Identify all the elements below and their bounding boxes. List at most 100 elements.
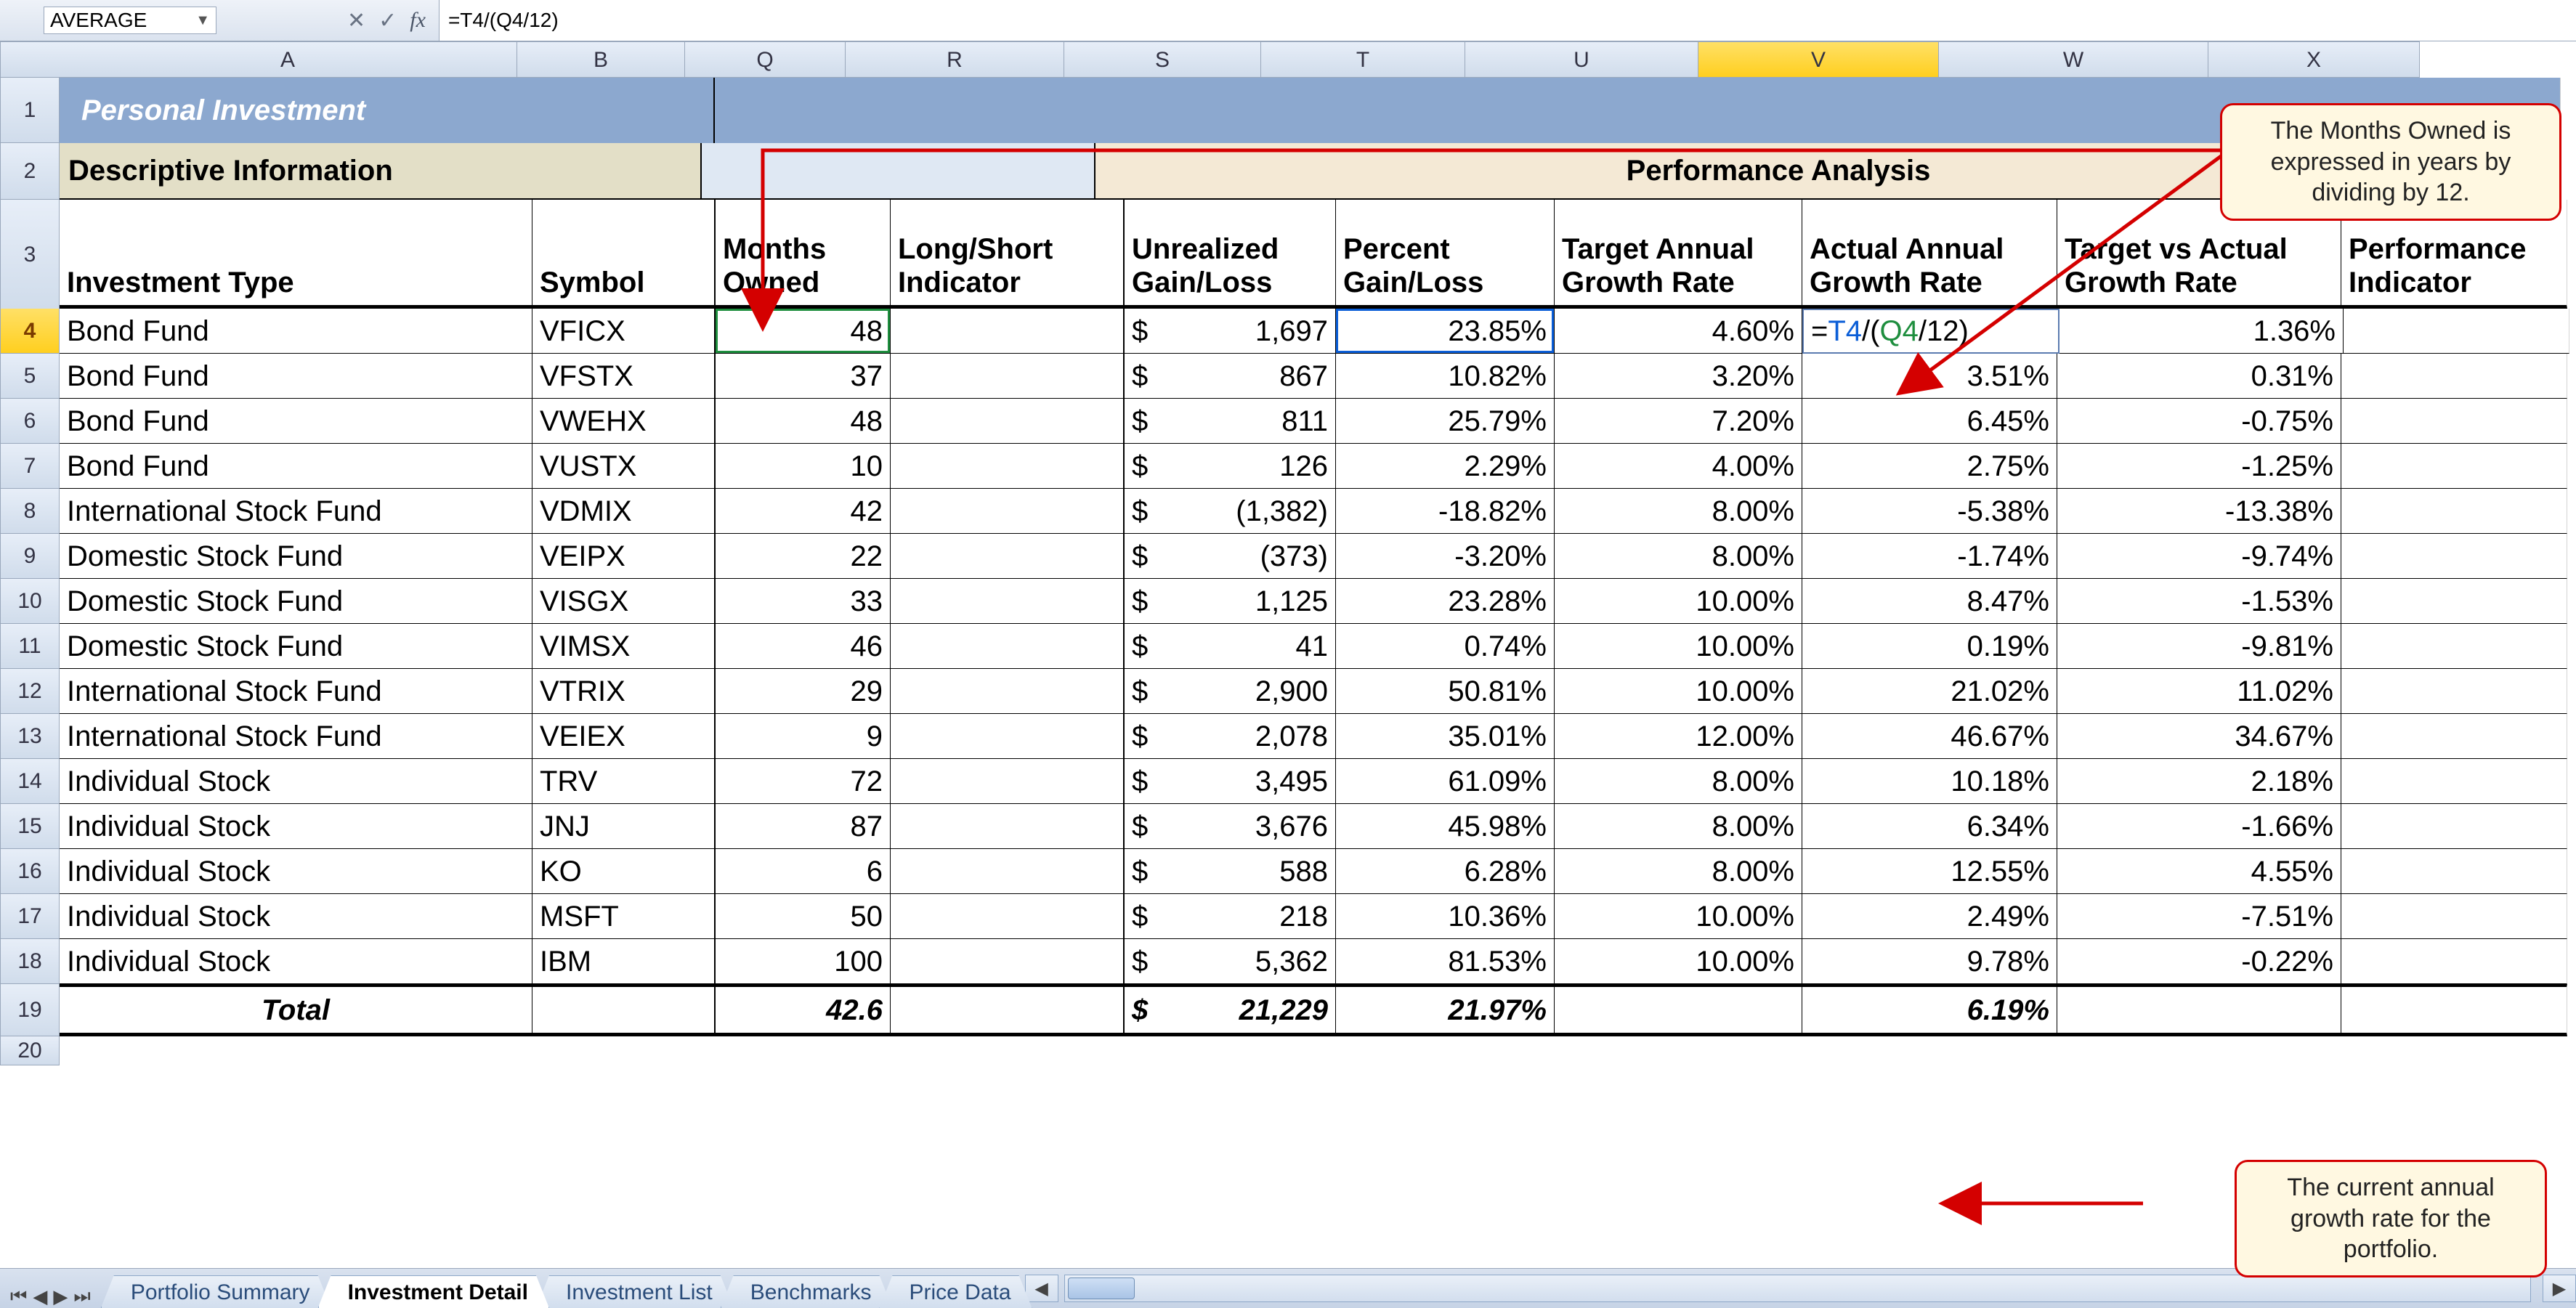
- cell-Q17[interactable]: 50: [716, 894, 891, 939]
- row-header-8[interactable]: 8: [0, 489, 60, 534]
- cell-R11[interactable]: [891, 624, 1125, 669]
- cell-T12[interactable]: 50.81%: [1336, 669, 1555, 714]
- row-header-6[interactable]: 6: [0, 399, 60, 444]
- cell-B14[interactable]: TRV: [532, 759, 716, 804]
- cell-A12[interactable]: International Stock Fund: [60, 669, 532, 714]
- cell-S16[interactable]: $588: [1125, 849, 1336, 894]
- banner-title[interactable]: Personal Investment: [60, 78, 715, 143]
- total-unrealized[interactable]: $21,229: [1125, 984, 1336, 1036]
- cell-A9[interactable]: Domestic Stock Fund: [60, 534, 532, 579]
- spreadsheet-grid[interactable]: A B Q R S T U V W X 1 Personal Investmen…: [0, 41, 2576, 1065]
- cell-Q13[interactable]: 9: [716, 714, 891, 759]
- cell-R13[interactable]: [891, 714, 1125, 759]
- cell-R15[interactable]: [891, 804, 1125, 849]
- cell-B12[interactable]: VTRIX: [532, 669, 716, 714]
- cell-X15[interactable]: [2341, 804, 2567, 849]
- cell-R14[interactable]: [891, 759, 1125, 804]
- cell-S9[interactable]: $(373): [1125, 534, 1336, 579]
- cell-R12[interactable]: [891, 669, 1125, 714]
- row-header-10[interactable]: 10: [0, 579, 60, 624]
- cell-X6[interactable]: [2341, 399, 2567, 444]
- row-header-19[interactable]: 19: [0, 984, 60, 1036]
- cell-Q15[interactable]: 87: [716, 804, 891, 849]
- hdr-target-rate[interactable]: Target Annual Growth Rate: [1555, 200, 1802, 309]
- hdr-percent-gl[interactable]: Percent Gain/Loss: [1336, 200, 1555, 309]
- row-header-15[interactable]: 15: [0, 804, 60, 849]
- cell-X5[interactable]: [2341, 354, 2567, 399]
- row-header-14[interactable]: 14: [0, 759, 60, 804]
- sheet-tab-benchmarks[interactable]: Benchmarks: [721, 1275, 893, 1308]
- cell-B11[interactable]: VIMSX: [532, 624, 716, 669]
- cell-A5[interactable]: Bond Fund: [60, 354, 532, 399]
- cell-R16[interactable]: [891, 849, 1125, 894]
- row-header-17[interactable]: 17: [0, 894, 60, 939]
- cell-S13[interactable]: $2,078: [1125, 714, 1336, 759]
- row-header-18[interactable]: 18: [0, 939, 60, 984]
- cell-Q18[interactable]: 100: [716, 939, 891, 984]
- cell-B17[interactable]: MSFT: [532, 894, 716, 939]
- cell-U8[interactable]: 8.00%: [1555, 489, 1802, 534]
- col-header-S[interactable]: S: [1064, 41, 1261, 78]
- col-header-R[interactable]: R: [846, 41, 1064, 78]
- cell-W7[interactable]: -1.25%: [2057, 444, 2341, 489]
- cell-X4[interactable]: [2344, 309, 2569, 354]
- cell-S12[interactable]: $2,900: [1125, 669, 1336, 714]
- total-X[interactable]: [2341, 984, 2567, 1036]
- cell-V5[interactable]: 3.51%: [1802, 354, 2057, 399]
- cell-V1[interactable]: [1797, 78, 2052, 143]
- cell-B18[interactable]: IBM: [532, 939, 716, 984]
- cell-R7[interactable]: [891, 444, 1125, 489]
- horizontal-scrollbar-thumb[interactable]: [1068, 1277, 1135, 1299]
- cell-S1[interactable]: [1122, 78, 1332, 143]
- col-header-A[interactable]: A: [59, 41, 517, 78]
- cell-S18[interactable]: $5,362: [1125, 939, 1336, 984]
- total-B[interactable]: [532, 984, 716, 1036]
- horizontal-scrollbar[interactable]: [1064, 1275, 2531, 1302]
- cell-S14[interactable]: $3,495: [1125, 759, 1336, 804]
- cell-U1[interactable]: [1550, 78, 1797, 143]
- fx-icon[interactable]: fx: [410, 8, 426, 33]
- cell-S11[interactable]: $41: [1125, 624, 1336, 669]
- cell-A4[interactable]: Bond Fund: [60, 309, 532, 354]
- cell-S15[interactable]: $3,676: [1125, 804, 1336, 849]
- tab-scroll-right-icon[interactable]: ▶: [2543, 1275, 2576, 1302]
- hdr-symbol[interactable]: Symbol: [532, 200, 716, 309]
- cell-B5[interactable]: VFSTX: [532, 354, 716, 399]
- cell-S5[interactable]: $867: [1125, 354, 1336, 399]
- col-header-X[interactable]: X: [2208, 41, 2420, 78]
- cell-V4[interactable]: =T4/(Q4/12): [1802, 309, 2059, 354]
- hdr-unrealized[interactable]: Unrealized Gain/Loss: [1125, 200, 1336, 309]
- cell-Q7[interactable]: 10: [716, 444, 891, 489]
- cell-U13[interactable]: 12.00%: [1555, 714, 1802, 759]
- cell-U10[interactable]: 10.00%: [1555, 579, 1802, 624]
- cell-V16[interactable]: 12.55%: [1802, 849, 2057, 894]
- cell-B16[interactable]: KO: [532, 849, 716, 894]
- name-box[interactable]: AVERAGE ▼: [44, 7, 216, 34]
- cancel-edit-button[interactable]: ✕: [347, 8, 365, 33]
- cell-W17[interactable]: -7.51%: [2057, 894, 2341, 939]
- cell-U12[interactable]: 10.00%: [1555, 669, 1802, 714]
- cell-U4[interactable]: 4.60%: [1555, 309, 1802, 354]
- cell-U7[interactable]: 4.00%: [1555, 444, 1802, 489]
- cell-A8[interactable]: International Stock Fund: [60, 489, 532, 534]
- row-header-13[interactable]: 13: [0, 714, 60, 759]
- cell-A13[interactable]: International Stock Fund: [60, 714, 532, 759]
- cell-R9[interactable]: [891, 534, 1125, 579]
- col-header-B[interactable]: B: [517, 41, 685, 78]
- cell-S10[interactable]: $1,125: [1125, 579, 1336, 624]
- cell-Q12[interactable]: 29: [716, 669, 891, 714]
- row-header-12[interactable]: 12: [0, 669, 60, 714]
- col-header-U[interactable]: U: [1465, 41, 1698, 78]
- cell-A17[interactable]: Individual Stock: [60, 894, 532, 939]
- cell-A7[interactable]: Bond Fund: [60, 444, 532, 489]
- formula-input[interactable]: =T4/(Q4/12): [439, 0, 2576, 41]
- cell-W8[interactable]: -13.38%: [2057, 489, 2341, 534]
- cell-T4[interactable]: 23.85%: [1336, 309, 1555, 354]
- cell-B7[interactable]: VUSTX: [532, 444, 716, 489]
- cell-T13[interactable]: 35.01%: [1336, 714, 1555, 759]
- cell-R17[interactable]: [891, 894, 1125, 939]
- sheet-tab-price-data[interactable]: Price Data: [879, 1275, 1032, 1308]
- cell-W12[interactable]: 11.02%: [2057, 669, 2341, 714]
- col-header-W[interactable]: W: [1939, 41, 2208, 78]
- cell-X17[interactable]: [2341, 894, 2567, 939]
